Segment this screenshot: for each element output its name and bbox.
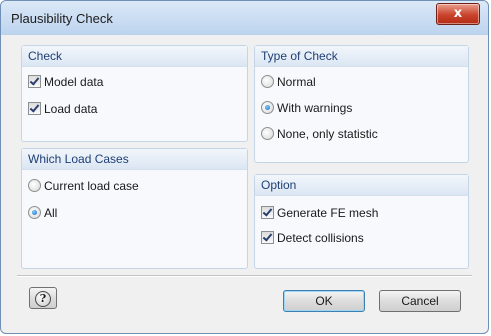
load-data-checkbox[interactable]: Load data <box>28 100 97 118</box>
current-load-case-label: Current load case <box>44 179 139 193</box>
checkbox-checked-icon[interactable] <box>28 75 41 88</box>
radio-unselected-icon[interactable] <box>261 75 274 88</box>
detect-collisions-checkbox[interactable]: Detect collisions <box>261 229 364 247</box>
type-of-check-group: Type of Check Normal With warnings None,… <box>254 45 469 163</box>
generate-fe-mesh-label: Generate FE mesh <box>277 206 379 220</box>
checkbox-checked-icon[interactable] <box>261 231 274 244</box>
model-data-checkbox[interactable]: Model data <box>28 73 103 91</box>
which-load-cases-group-header: Which Load Cases <box>22 149 247 170</box>
which-load-cases-group: Which Load Cases Current load case All <box>21 148 248 269</box>
close-icon: x <box>453 6 463 21</box>
with-warnings-label: With warnings <box>277 101 353 115</box>
ok-button[interactable]: OK <box>283 290 365 312</box>
footer-divider <box>17 275 472 277</box>
load-data-label: Load data <box>44 102 98 116</box>
generate-fe-mesh-checkbox[interactable]: Generate FE mesh <box>261 204 378 222</box>
current-load-case-radio[interactable]: Current load case <box>28 177 139 195</box>
option-group-header: Option <box>255 175 468 196</box>
option-group-title: Option <box>261 178 297 192</box>
radio-unselected-icon[interactable] <box>261 127 274 140</box>
radio-selected-icon[interactable] <box>261 101 274 114</box>
model-data-label: Model data <box>44 75 104 89</box>
type-of-check-group-header: Type of Check <box>255 46 468 67</box>
none-only-statistic-radio[interactable]: None, only statistic <box>261 125 378 143</box>
check-group-header: Check <box>22 46 247 67</box>
help-icon: ? <box>35 291 51 307</box>
checkbox-checked-icon[interactable] <box>28 102 41 115</box>
option-group: Option Generate FE mesh Detect collision… <box>254 174 469 269</box>
close-button[interactable]: x <box>436 3 480 25</box>
normal-radio[interactable]: Normal <box>261 73 316 91</box>
all-label: All <box>44 206 58 220</box>
cancel-button[interactable]: Cancel <box>379 290 461 312</box>
check-group: Check Model data Load data <box>21 45 248 142</box>
radio-selected-icon[interactable] <box>28 206 41 219</box>
detect-collisions-label: Detect collisions <box>277 231 364 245</box>
which-load-cases-group-title: Which Load Cases <box>28 152 129 166</box>
type-of-check-group-title: Type of Check <box>261 49 338 63</box>
dialog-body: Check Model data Load data Type of Check… <box>9 35 480 327</box>
with-warnings-radio[interactable]: With warnings <box>261 99 352 117</box>
normal-label: Normal <box>277 75 316 89</box>
window-title: Plausibility Check <box>11 11 113 26</box>
radio-unselected-icon[interactable] <box>28 179 41 192</box>
plausibility-check-dialog: Plausibility Check x Check Model data Lo… <box>0 0 489 334</box>
help-button[interactable]: ? <box>29 287 57 309</box>
title-bar[interactable]: Plausibility Check x <box>1 1 488 35</box>
all-radio[interactable]: All <box>28 204 57 222</box>
none-only-statistic-label: None, only statistic <box>277 127 378 141</box>
checkbox-checked-icon[interactable] <box>261 206 274 219</box>
check-group-title: Check <box>28 49 63 63</box>
